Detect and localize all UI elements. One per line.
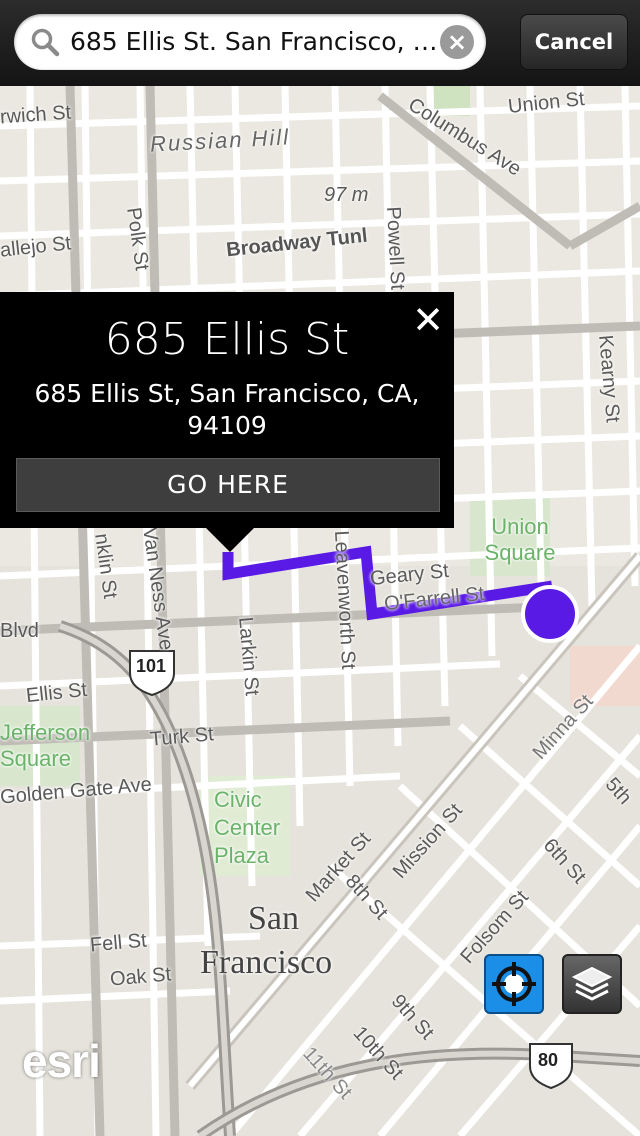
street-label: Blvd: [0, 620, 39, 642]
highway-80-label: 80: [538, 1050, 559, 1070]
search-field[interactable]: 685 Ellis St. San Francisco, CA, 94109 ×: [14, 14, 486, 70]
crosshair-icon: [492, 962, 536, 1006]
search-bar: 685 Ellis St. San Francisco, CA, 94109 ×…: [0, 0, 640, 86]
locate-button[interactable]: [484, 954, 544, 1014]
callout-pointer: [206, 528, 254, 552]
elevation-label: 97 m: [324, 184, 369, 206]
clear-icon[interactable]: ×: [440, 25, 474, 59]
map-view[interactable]: rwich St Russian Hill Columbus Ave Union…: [0, 86, 640, 1136]
city-label: Francisco: [200, 944, 333, 981]
callout-title: 685 Ellis St: [104, 314, 350, 365]
park-label: Jefferson Square: [0, 720, 91, 771]
layers-button[interactable]: [562, 954, 622, 1014]
search-input[interactable]: 685 Ellis St. San Francisco, CA, 94109: [70, 26, 450, 58]
callout-address: 685 Ellis St, San Francisco, CA, 94109: [34, 379, 420, 440]
highway-101-label: 101: [136, 656, 167, 676]
search-icon: [30, 27, 60, 61]
close-icon[interactable]: ✕: [410, 301, 446, 339]
go-here-button[interactable]: GO HERE: [16, 458, 440, 512]
current-location-marker: [521, 585, 579, 643]
esri-logo: esri: [22, 1035, 101, 1087]
street-label: Powell St: [382, 206, 409, 291]
park-label: Civic Center Plaza: [214, 787, 281, 868]
city-label: San: [248, 900, 299, 937]
location-callout: 685 Ellis St ✕ 685 Ellis St, San Francis…: [0, 292, 454, 552]
layers-icon: [571, 966, 613, 1001]
street-label: Fell St: [89, 929, 148, 957]
cancel-button[interactable]: Cancel: [520, 14, 628, 70]
park-label: Union Square: [484, 514, 556, 565]
